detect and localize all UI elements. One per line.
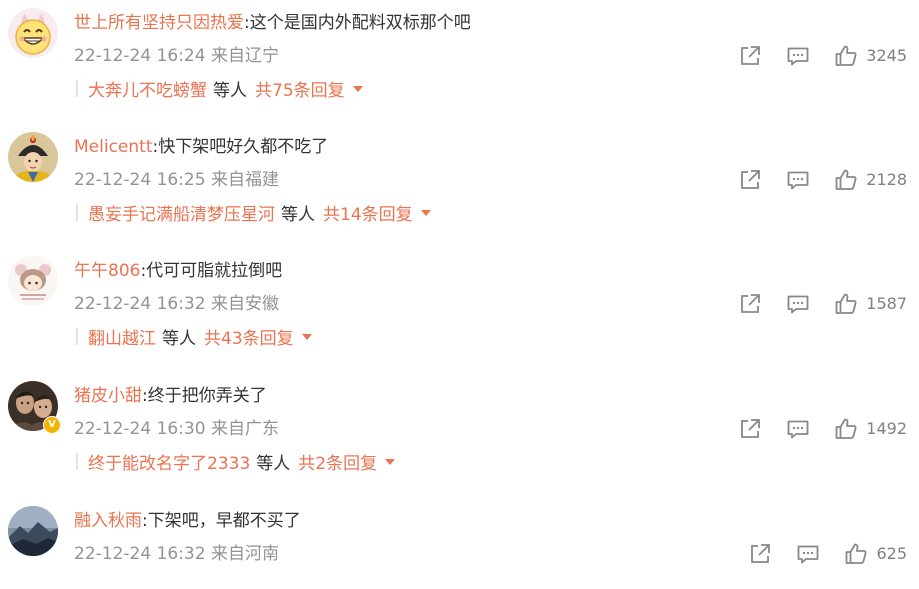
thumbs-up-icon[interactable]	[834, 44, 858, 68]
comment-actions: 1587	[738, 292, 907, 316]
reply-username[interactable]: 大奔儿不吃螃蟹	[88, 76, 207, 101]
reply-divider	[76, 452, 78, 470]
comment-location: 来自河南	[210, 544, 279, 564]
like-count: 625	[876, 544, 907, 563]
share-icon[interactable]	[738, 417, 762, 441]
comment-actions: 2128	[738, 168, 907, 192]
thumbs-up-icon[interactable]	[834, 168, 858, 192]
comment-username[interactable]: 猪皮小甜	[74, 386, 142, 406]
like-count: 1492	[866, 419, 907, 438]
reply-etc-label: 等人	[162, 328, 196, 349]
comment-time: 22-12-24 16:32	[74, 294, 206, 314]
reply-summary: 终于能改名字了2333 等人 共2条回复	[76, 448, 396, 474]
verified-badge: V	[43, 416, 61, 434]
reply-count-link[interactable]: 共43条回复	[204, 324, 294, 349]
comment-item: V 猪皮小甜:终于把你弄关了 22-12-24 16:30 来自广东 1492 …	[0, 373, 919, 497]
reply-etc-label: 等人	[281, 204, 315, 225]
caret-down-icon[interactable]	[385, 459, 396, 465]
comment-text-line: 世上所有坚持只因热爱:这个是国内外配料双标那个吧	[74, 11, 471, 35]
comment-meta: 22-12-24 16:25 来自福建	[74, 168, 279, 192]
share-icon[interactable]	[738, 168, 762, 192]
comment-text: :快下架吧好久都不吃了	[152, 137, 329, 157]
emperor-portrait-icon	[8, 132, 58, 182]
thumbs-up-icon[interactable]	[844, 542, 868, 566]
avatar[interactable]	[8, 132, 58, 182]
avatar[interactable]	[8, 506, 58, 556]
comment-time: 22-12-24 16:30	[74, 419, 206, 439]
comment-time: 22-12-24 16:25	[74, 170, 206, 190]
reply-divider	[76, 203, 78, 221]
comment-time: 22-12-24 16:32	[74, 544, 206, 564]
comment-username[interactable]: 午午806	[74, 261, 140, 281]
reply-divider	[76, 327, 78, 345]
share-icon[interactable]	[738, 292, 762, 316]
comment-location: 来自广东	[210, 419, 279, 439]
caret-down-icon[interactable]	[420, 210, 431, 216]
reply-etc-label: 等人	[256, 453, 291, 474]
like-count: 1587	[866, 294, 907, 313]
thumbs-up-icon[interactable]	[834, 292, 858, 316]
comment-username[interactable]: Melicentt	[74, 137, 152, 157]
reply-count-link[interactable]: 共2条回复	[298, 449, 377, 474]
like-count: 3245	[866, 46, 907, 65]
reply-username[interactable]: 翻山越江	[88, 324, 156, 349]
comment-text: :终于把你弄关了	[142, 386, 267, 406]
share-icon[interactable]	[738, 44, 762, 68]
comment-text: :代可可脂就拉倒吧	[140, 261, 283, 281]
reply-summary: 大奔儿不吃螃蟹 等人 共75条回复	[76, 75, 363, 101]
comment-username[interactable]: 融入秋雨	[74, 511, 142, 531]
comment-bubble-icon[interactable]	[786, 417, 810, 441]
reply-divider	[76, 79, 78, 97]
comment-actions: 625	[748, 542, 907, 566]
comment-text: :这个是国内外配料双标那个吧	[244, 13, 471, 33]
reply-etc-label: 等人	[213, 80, 247, 101]
thumbs-up-icon[interactable]	[834, 417, 858, 441]
reply-count-link[interactable]: 共75条回复	[255, 76, 345, 101]
reply-username[interactable]: 愚妄手记满船清梦压星河	[88, 200, 275, 225]
comment-actions: 3245	[738, 44, 907, 68]
cartoon-girl-icon	[8, 256, 58, 306]
comment-text: :下架吧，早都不买了	[142, 511, 301, 531]
reply-username[interactable]: 终于能改名字了2333	[88, 449, 250, 474]
reply-summary: 翻山越江 等人 共43条回复	[76, 323, 312, 349]
avatar[interactable]	[8, 256, 58, 306]
comment-meta: 22-12-24 16:24 来自辽宁	[74, 44, 279, 68]
comment-text-line: 猪皮小甜:终于把你弄关了	[74, 384, 267, 408]
mountain-landscape-icon	[8, 506, 58, 556]
comment-text-line: 融入秋雨:下架吧，早都不买了	[74, 509, 301, 533]
comment-location: 来自辽宁	[210, 46, 279, 66]
comment-list: 世上所有坚持只因热爱:这个是国内外配料双标那个吧 22-12-24 16:24 …	[0, 0, 919, 589]
comment-item: 世上所有坚持只因热爱:这个是国内外配料双标那个吧 22-12-24 16:24 …	[0, 0, 919, 124]
comment-bubble-icon[interactable]	[786, 168, 810, 192]
share-icon[interactable]	[748, 542, 772, 566]
comment-time: 22-12-24 16:24	[74, 46, 206, 66]
comment-meta: 22-12-24 16:30 来自广东	[74, 417, 279, 441]
like-count: 2128	[866, 170, 907, 189]
comment-location: 来自安徽	[210, 294, 279, 314]
comment-item: Melicentt:快下架吧好久都不吃了 22-12-24 16:25 来自福建…	[0, 124, 919, 248]
reply-summary: 愚妄手记满船清梦压星河 等人 共14条回复	[76, 199, 431, 225]
comment-bubble-icon[interactable]	[796, 542, 820, 566]
comment-text-line: Melicentt:快下架吧好久都不吃了	[74, 135, 328, 159]
comment-item: 融入秋雨:下架吧，早都不买了 22-12-24 16:32 来自河南 625	[0, 498, 919, 589]
comment-bubble-icon[interactable]	[786, 44, 810, 68]
comment-actions: 1492	[738, 417, 907, 441]
comment-bubble-icon[interactable]	[786, 292, 810, 316]
comment-item: 午午806:代可可脂就拉倒吧 22-12-24 16:32 来自安徽 1587 …	[0, 248, 919, 372]
caret-down-icon[interactable]	[301, 334, 312, 340]
comment-location: 来自福建	[210, 170, 279, 190]
comment-text-line: 午午806:代可可脂就拉倒吧	[74, 259, 282, 283]
comment-meta: 22-12-24 16:32 来自河南	[74, 542, 279, 566]
caret-down-icon[interactable]	[352, 86, 363, 92]
grinning-face-icon	[8, 8, 58, 58]
comment-meta: 22-12-24 16:32 来自安徽	[74, 292, 279, 316]
comment-username[interactable]: 世上所有坚持只因热爱	[74, 13, 244, 33]
avatar[interactable]	[8, 8, 58, 58]
reply-count-link[interactable]: 共14条回复	[323, 200, 413, 225]
